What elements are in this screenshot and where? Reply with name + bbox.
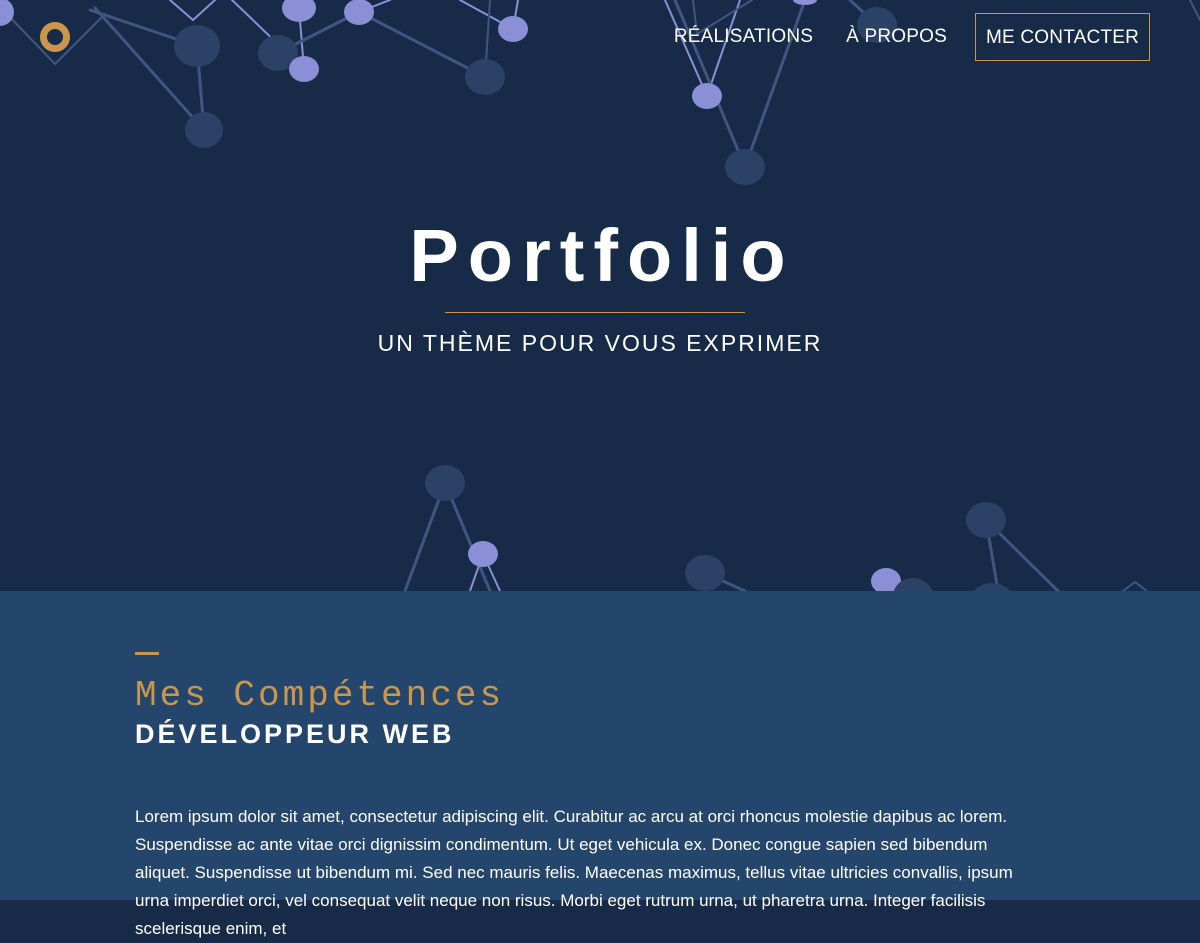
nav-link-realisations[interactable]: RÉALISATIONS xyxy=(674,13,813,61)
hero-subtitle: UN THÈME POUR VOUS EXPRIMER xyxy=(377,330,823,356)
section-accent-bar xyxy=(135,652,159,655)
contact-button[interactable]: ME CONTACTER xyxy=(975,13,1150,61)
skills-heading: Mes Compétences xyxy=(135,675,505,716)
main-nav: RÉALISATIONS À PROPOS ME CONTACTER xyxy=(641,13,1150,61)
hero-divider xyxy=(445,312,745,313)
hero-title: Portfolio xyxy=(409,214,795,297)
skills-section: Mes Compétences DÉVELOPPEUR WEB Lorem ip… xyxy=(0,591,1200,938)
skills-body-text: Lorem ipsum dolor sit amet, consectetur … xyxy=(135,807,1013,938)
ring-logo-icon[interactable] xyxy=(40,22,70,52)
nav-link-a-propos[interactable]: À PROPOS xyxy=(846,13,947,61)
hero-section: RÉALISATIONS À PROPOS ME CONTACTER Portf… xyxy=(0,0,1200,591)
skills-subheading: DÉVELOPPEUR WEB xyxy=(135,719,455,749)
